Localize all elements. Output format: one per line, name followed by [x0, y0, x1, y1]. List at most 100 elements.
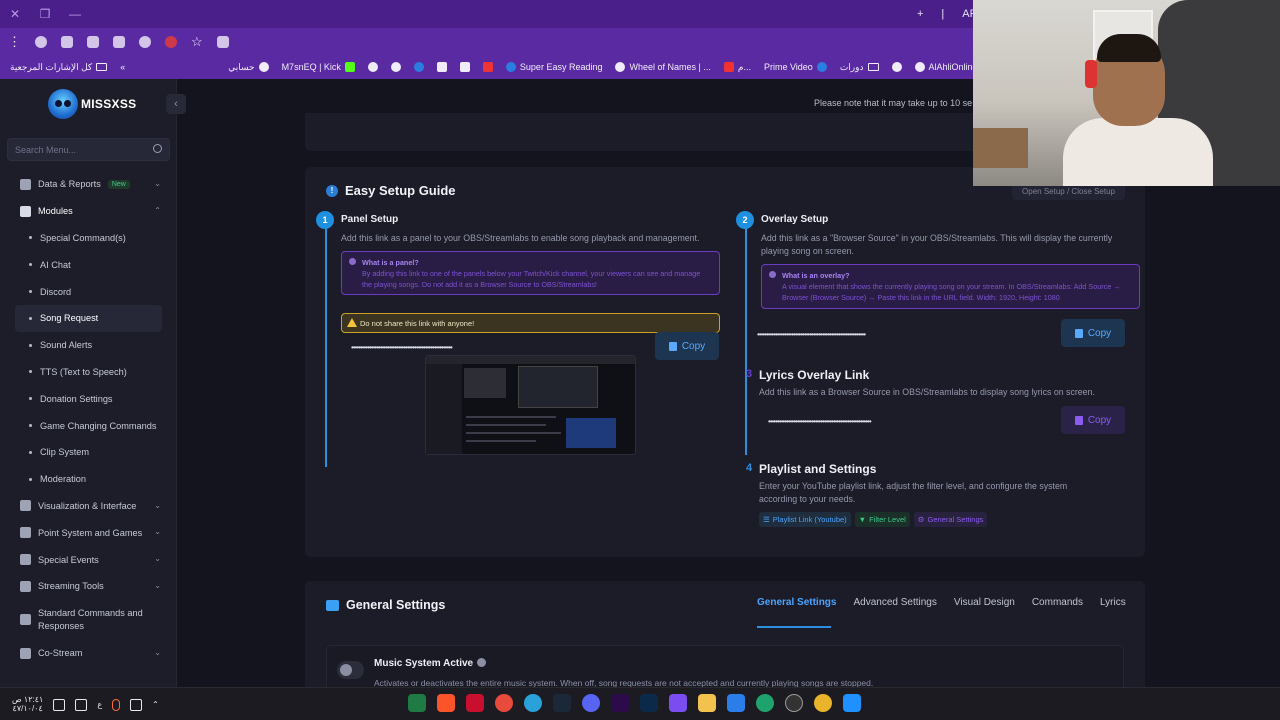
tab-commands[interactable]: Commands: [1032, 597, 1083, 608]
sidebar-subitem-donation-settings[interactable]: Donation Settings: [0, 385, 177, 412]
bookmark-item[interactable]: [367, 62, 378, 72]
bookmark-item[interactable]: [413, 62, 424, 72]
warning-banner: Do not share this link with anyone!: [341, 313, 720, 333]
app-icon[interactable]: [495, 694, 513, 712]
tools-icon: [20, 580, 31, 592]
tab-separator-icon: |: [941, 8, 945, 20]
photoshop-icon[interactable]: [640, 694, 658, 712]
sidebar-subitem-tts[interactable]: TTS (Text to Speech): [0, 359, 177, 386]
sidebar-item-standard-commands[interactable]: Standard Commands and Responses: [0, 600, 177, 640]
bookmark-item[interactable]: AlAhliOnline: [914, 62, 978, 72]
sidebar-item-data-reports[interactable]: Data & Reports New ⌄: [0, 171, 177, 198]
microphone-icon[interactable]: [112, 698, 121, 711]
globe-icon: [723, 62, 734, 72]
sidebar-item-special-events[interactable]: Special Events ⌄: [0, 546, 177, 573]
tab-lyrics[interactable]: Lyrics: [1100, 597, 1126, 608]
premiere-icon[interactable]: [611, 694, 629, 712]
discord-icon[interactable]: [582, 694, 600, 712]
bookmark-item[interactable]: دورات: [840, 62, 879, 73]
filter-level-chip[interactable]: ▼ Filter Level: [854, 512, 910, 527]
settings-tabs: General Settings Advanced Settings Visua…: [757, 597, 1126, 608]
sidebar-item-point-system[interactable]: Point System and Games ⌄: [0, 519, 177, 546]
tab-general-settings[interactable]: General Settings: [757, 597, 836, 608]
bookmark-item[interactable]: [390, 62, 401, 72]
steam-icon[interactable]: [553, 694, 571, 712]
bookmark-item[interactable]: Wheel of Names | ...: [615, 62, 711, 72]
step-number: 3: [746, 368, 753, 380]
store-icon[interactable]: [727, 694, 745, 712]
excel-icon[interactable]: [408, 694, 426, 712]
globe-icon: [914, 62, 925, 72]
menu-search-input[interactable]: Search Menu...: [7, 138, 170, 161]
playlist-link-chip[interactable]: ☰ Playlist Link (Youtube): [759, 512, 851, 527]
puzzle-icon[interactable]: [87, 35, 99, 48]
bookmark-item[interactable]: M7snEQ | Kick: [282, 62, 355, 72]
copy-overlay-link-button[interactable]: Copy: [1061, 319, 1125, 347]
bookmarks-overflow-icon[interactable]: «: [120, 62, 125, 72]
help-icon[interactable]: [477, 658, 487, 667]
sidebar-subitem-song-request[interactable]: Song Request: [15, 304, 162, 332]
angular-app-icon[interactable]: [466, 694, 484, 712]
youtube-extension-icon[interactable]: [165, 35, 177, 48]
angular-icon: [482, 62, 493, 72]
sidebar-item-co-stream[interactable]: Co-Stream ⌄: [0, 640, 177, 667]
sidebar-subitem-ai-chat[interactable]: AI Chat: [0, 251, 177, 278]
tray-app-icon[interactable]: [130, 698, 143, 711]
tab-advanced-settings[interactable]: Advanced Settings: [853, 597, 936, 608]
bookmark-star-icon[interactable]: ☆: [191, 34, 203, 50]
reader-mode-icon[interactable]: [216, 35, 229, 48]
bookmark-item[interactable]: [459, 62, 470, 72]
clock[interactable]: ١٢:٤١ ص ٤٧/١٠/٠٤: [12, 695, 43, 714]
chevron-down-icon: ⌄: [154, 527, 161, 537]
sidebar-item-streaming-tools[interactable]: Streaming Tools ⌄: [0, 573, 177, 600]
file-explorer-icon[interactable]: [698, 694, 716, 712]
sidebar-collapse-button[interactable]: ‹: [166, 94, 186, 114]
sidebar-subitem-special-commands[interactable]: Special Command(s): [0, 225, 177, 252]
music-system-toggle[interactable]: [337, 661, 364, 679]
general-settings-chip[interactable]: ⚙ General Settings: [913, 512, 988, 527]
step-number: 4: [746, 462, 753, 474]
bookmark-item[interactable]: Prime Video: [764, 62, 827, 72]
copy-panel-link-button[interactable]: Copy: [655, 332, 719, 360]
volume-icon[interactable]: [53, 698, 66, 711]
minimize-window-icon[interactable]: —: [60, 7, 90, 21]
sidebar-subitem-moderation[interactable]: Moderation: [0, 466, 177, 493]
sidebar-subitem-sound-alerts[interactable]: Sound Alerts: [0, 332, 177, 359]
extension-icon[interactable]: [61, 35, 73, 48]
extension-icon[interactable]: [113, 35, 125, 48]
copy-lyrics-link-button[interactable]: Copy: [1061, 406, 1125, 434]
tray-overflow-icon[interactable]: ⌃: [152, 700, 159, 709]
obs-icon[interactable]: [785, 694, 803, 712]
sidebar-item-modules[interactable]: Modules ⌃: [0, 198, 177, 225]
app-logo[interactable]: MISSXSS: [48, 89, 136, 119]
sidebar-subitem-discord[interactable]: Discord: [0, 278, 177, 305]
brave-icon[interactable]: [437, 694, 455, 712]
bookmark-item[interactable]: م...: [723, 62, 751, 73]
extension-icon[interactable]: [35, 35, 47, 48]
step-number: 2: [736, 211, 754, 229]
sidebar-subitem-game-changing-commands[interactable]: Game Changing Commands: [0, 412, 177, 439]
bookmark-item[interactable]: [891, 62, 902, 72]
menu-dots-icon[interactable]: ⋮: [8, 34, 21, 50]
app-icon[interactable]: [669, 694, 687, 712]
sidebar-item-visualization[interactable]: Visualization & Interface ⌄: [0, 493, 177, 520]
edge-icon[interactable]: [756, 694, 774, 712]
bookmark-item[interactable]: حسابي: [228, 62, 269, 73]
new-tab-icon[interactable]: +: [917, 8, 923, 20]
globe-icon: [615, 62, 626, 72]
sidebar-subitem-clip-system[interactable]: Clip System: [0, 439, 177, 466]
bookmark-item[interactable]: [436, 62, 447, 72]
bookmark-item[interactable]: كل الإشارات المرجعية: [10, 62, 108, 73]
tab-visual-design[interactable]: Visual Design: [954, 597, 1015, 608]
extension-icon[interactable]: [139, 35, 151, 48]
bookmark-item[interactable]: Super Easy Reading: [505, 62, 602, 72]
bookmark-item[interactable]: [482, 62, 493, 72]
telegram-icon[interactable]: [524, 694, 542, 712]
windows-start-icon[interactable]: [843, 694, 861, 712]
chrome-icon[interactable]: [814, 694, 832, 712]
step-title: Panel Setup: [341, 214, 399, 225]
network-icon[interactable]: [75, 698, 88, 711]
close-window-icon[interactable]: ✕: [0, 7, 30, 21]
restore-window-icon[interactable]: ❐: [30, 7, 60, 21]
language-indicator[interactable]: ع: [97, 700, 102, 709]
